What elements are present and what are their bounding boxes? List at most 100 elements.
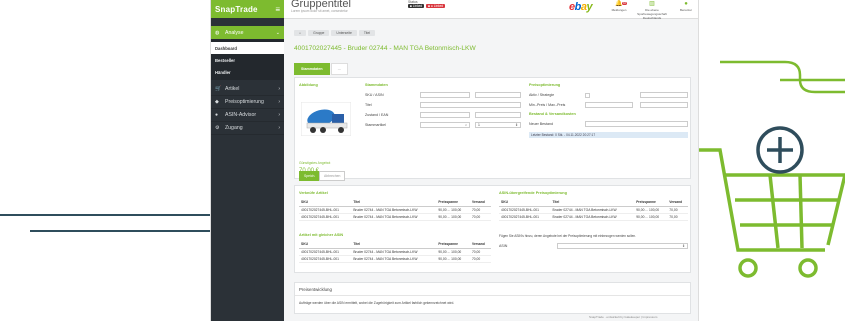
column-header[interactable]: Titel <box>351 241 437 249</box>
column-header[interactable]: Versand <box>469 241 491 249</box>
asin-input[interactable]: ⇕ <box>557 243 688 249</box>
table-row[interactable]: 4001702027445-BHL-001 Bruder 02744 - MAN… <box>299 213 491 221</box>
breadcrumb-home[interactable]: ⌂ <box>294 30 307 36</box>
table-row[interactable]: 4001702027445-BHL-001 Bruder 02744 - MAN… <box>299 255 491 263</box>
quantity-stepper[interactable]: 1 ⇕ <box>475 122 521 128</box>
asin-uebergreifend-heading: ASIN-übergreifende Preisoptimierung <box>499 191 567 195</box>
cell-title: Bruder 02744 - MAN TGA Betonmisch-LKW <box>351 206 437 214</box>
chevron-right-icon: › <box>278 112 280 118</box>
related-articles-card: Verknüfe Artikel SKU Titel Preisspanne V… <box>294 185 691 273</box>
sidebar-item-analyse[interactable]: ◍ Analyse ⌄ <box>211 26 284 40</box>
column-header[interactable]: Preisspanne <box>634 199 668 207</box>
max-preis-field[interactable] <box>640 102 688 108</box>
column-header[interactable]: Titel <box>351 199 437 207</box>
titel-field[interactable] <box>420 102 521 108</box>
neuer-bestand-label: Neuer Bestand <box>529 122 553 126</box>
search-icon[interactable]: ⌕ <box>465 123 469 127</box>
cell-title: Bruder 02744 - MAN TGA Betonmisch-LKW <box>351 255 437 263</box>
tab-bar: Stammdaten ... <box>294 63 348 75</box>
top-header: Gruppentitel Lorem ipsum dolor sit amet,… <box>284 0 698 20</box>
sidebar-submenu: Dashboard Bestseller Händler <box>211 40 284 80</box>
sidebar-item-artikel[interactable]: 🛒 Artikel › <box>211 83 284 96</box>
cell-sku: 4001702027445-BHL-001 <box>299 206 352 214</box>
ean-field[interactable] <box>475 112 521 118</box>
hamburger-icon[interactable]: ≡ <box>275 5 280 14</box>
verknuepfte-table: SKU Titel Preisspanne Versand 4001702027… <box>299 199 491 221</box>
stepper-arrows-icon[interactable]: ⇕ <box>682 244 687 248</box>
min-max-preis-label: Min.-Preis / Max.-Preis <box>529 103 566 107</box>
dashboard-icon: ◍ <box>215 29 220 36</box>
stepper-arrows-icon[interactable]: ⇕ <box>515 123 520 127</box>
aktiv-checkbox[interactable] <box>585 93 590 98</box>
aktiv-strategie-label: Aktiv / Strategie <box>529 93 555 97</box>
verknuepfte-heading: Verknüfe Artikel <box>299 191 328 195</box>
column-header[interactable]: SKU <box>299 199 352 207</box>
breadcrumb-item[interactable]: Unterseite <box>331 30 357 36</box>
cell-price: 90,00 ... 100,00 <box>436 255 470 263</box>
gleiche-asin-table: SKU Titel Preisspanne Versand 4001702027… <box>299 241 491 263</box>
asin-uebergreifend-table: SKU Titel Preisspanne Versand 4001702027… <box>499 199 688 221</box>
price-development-card: Preisentwicklung Aufträge werden über di… <box>294 282 691 314</box>
cell-title: Bruder 02744 - MAN TGA Betonmisch-LKW <box>351 248 437 256</box>
tab-stammdaten[interactable]: Stammdaten <box>294 63 330 75</box>
sidebar-subitem-bestseller[interactable]: Bestseller <box>211 54 284 66</box>
app-window: SnapTrade ≡ ◍ Analyse ⌄ Dashboard Bestse… <box>210 0 699 321</box>
sidebar-item-asin-advisor[interactable]: ● ASIN-Advisor › <box>211 109 284 122</box>
column-header[interactable]: Titel <box>550 199 635 207</box>
min-preis-field[interactable] <box>585 102 633 108</box>
table-row[interactable]: 4001702027445-BHL-001 Bruder 02744 - MAN… <box>299 248 491 256</box>
user-label: Benutzer <box>679 8 692 12</box>
sidebar-item-preisoptimierung[interactable]: ◆ Preisoptimierung › <box>211 96 284 109</box>
cell-sku: 4001702027445-BHL-001 <box>299 248 352 256</box>
chevron-down-icon: ⌄ <box>275 29 280 36</box>
notifications-button[interactable]: 🔔 10 Meldungen <box>607 1 631 12</box>
column-header[interactable]: Preisspanne <box>436 199 470 207</box>
user-button[interactable]: ● Benutzer <box>674 1 698 12</box>
table-row[interactable]: 4001702027445-BHL-001 Bruder 02744 - MAN… <box>499 206 688 214</box>
cell-sku: 4001702027445-BHL-001 <box>299 255 352 263</box>
product-image[interactable] <box>301 102 351 136</box>
column-header[interactable]: SKU <box>499 199 551 207</box>
last-stock-note: Letzter Bestand: 0 Stk. - 04.11.2022 20:… <box>529 132 688 138</box>
breadcrumb-item[interactable]: Titel <box>358 30 376 36</box>
cell-title: Bruder 02744 - MAN TGA Betonmisch-LKW <box>351 213 437 221</box>
column-header[interactable]: Versand <box>469 199 491 207</box>
sidebar-subitem-haendler[interactable]: Händler <box>211 66 284 78</box>
chevron-right-icon: › <box>278 125 280 131</box>
user-icon: ● <box>684 1 688 7</box>
save-button[interactable]: Speich. <box>299 171 321 181</box>
sidebar-item-zugang[interactable]: ⚙ Zugang › <box>211 122 284 135</box>
app-logo[interactable]: SnapTrade <box>215 5 258 14</box>
status-pill-alert[interactable]: ■ ● Linked <box>426 4 446 8</box>
strategie-select[interactable] <box>640 92 688 98</box>
status-pill[interactable]: ■ Linked <box>408 4 425 8</box>
cell-shipping: 70,00 <box>667 213 688 221</box>
stammartikel-label: Stammartikel <box>365 123 386 127</box>
user-icon: ● <box>215 112 219 118</box>
chevron-right-icon: › <box>278 86 280 92</box>
cell-price: 90,00 ... 100,00 <box>634 206 668 214</box>
breadcrumb-item[interactable]: Gruppe <box>308 30 330 36</box>
table-row[interactable]: 4001702027445-BHL-001 Bruder 02744 - MAN… <box>499 213 688 221</box>
cell-price: 90,00 ... 100,00 <box>436 206 470 214</box>
cell-shipping: 70,00 <box>667 206 688 214</box>
tab-more[interactable]: ... <box>330 63 348 75</box>
cart-icon: 🛒 <box>215 86 222 92</box>
sidebar-subitem-dashboard[interactable]: Dashboard <box>211 42 284 54</box>
cancel-button[interactable]: Abbrechen <box>319 171 346 181</box>
table-row[interactable]: 4001702027445-BHL-001 Bruder 02744 - MAN… <box>299 206 491 214</box>
company-button[interactable]: ▥ Die ebene Sporbewegungsschaft Deutschl… <box>634 1 670 20</box>
asin-field[interactable] <box>475 92 521 98</box>
stammartikel-field[interactable]: ⌕ <box>420 122 470 128</box>
notifications-label: Meldungen <box>611 8 627 12</box>
column-header[interactable]: SKU <box>299 241 352 249</box>
ebay-logo[interactable]: ebay <box>569 1 593 13</box>
wave-lines-right <box>720 60 845 94</box>
column-header[interactable]: Preisspanne <box>436 241 470 249</box>
neuer-bestand-field[interactable] <box>585 121 688 127</box>
cell-title: Bruder 02744 - MAN TGA Betonmisch-LKW <box>550 213 635 221</box>
zustand-field[interactable] <box>420 112 470 118</box>
abbildung-heading: Abbildung <box>299 83 318 87</box>
column-header[interactable]: Versand <box>667 199 688 207</box>
sku-field[interactable] <box>420 92 470 98</box>
